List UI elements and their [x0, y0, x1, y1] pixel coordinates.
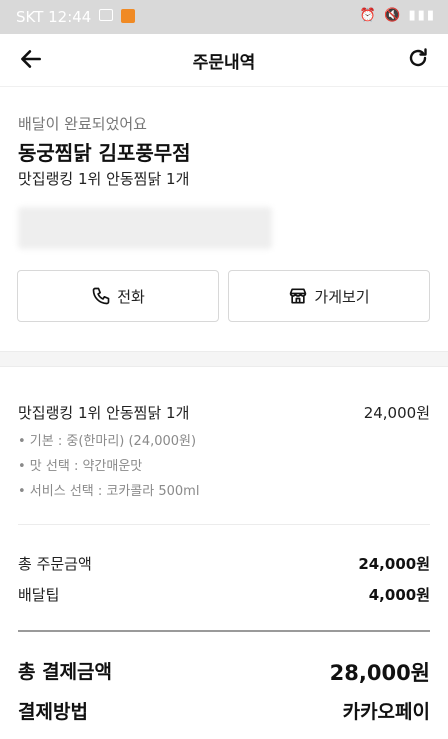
section-divider — [0, 351, 448, 367]
view-store-button[interactable]: 가게보기 — [228, 270, 430, 322]
delivery-tip-value: 4,000원 — [368, 586, 430, 604]
store-name: 동궁찜닭 김포풍무점 — [18, 141, 191, 165]
app-notification-icon — [121, 9, 135, 23]
delivery-tip-label: 배달팁 — [18, 586, 60, 604]
status-time: SKT 12:44 — [16, 8, 92, 26]
option-service: • 서비스 선택 : 코카콜라 500ml — [18, 484, 200, 499]
call-button[interactable]: 전화 — [17, 270, 219, 322]
order-summary: 맛집랭킹 1위 안동찜닭 1개 — [18, 170, 190, 188]
total-divider-line — [18, 630, 430, 632]
option-base: • 기본 : 중(한마리) (24,000원) — [18, 434, 197, 449]
payment-total-label: 총 결제금액 — [18, 661, 113, 683]
menu-item-name: 맛집랭킹 1위 안동찜닭 1개 — [18, 404, 190, 422]
payment-method-value: 카카오페이 — [342, 701, 430, 723]
payment-total-value: 28,000원 — [329, 661, 430, 685]
phone-icon — [92, 287, 110, 305]
page-title: 주문내역 — [192, 53, 256, 73]
option-flavor: • 맛 선택 : 약간매운맛 — [18, 459, 143, 474]
view-store-button-label: 가게보기 — [314, 287, 370, 306]
order-total-label: 총 주문금액 — [18, 555, 92, 573]
order-total-value: 24,000원 — [358, 555, 430, 573]
divider-line — [18, 524, 430, 525]
delivery-status-message: 배달이 완료되었어요 — [18, 115, 147, 133]
call-button-label: 전화 — [117, 287, 145, 306]
system-status-icons: ⏰ 🔇 ▮▮▮ — [359, 8, 436, 23]
store-icon — [290, 288, 307, 304]
menu-item-price: 24,000원 — [363, 404, 430, 422]
blurred-address — [18, 207, 272, 249]
payment-method-label: 결제방법 — [18, 701, 88, 723]
status-bar: SKT 12:44 ⏰ 🔇 ▮▮▮ — [0, 0, 448, 34]
refresh-icon[interactable] — [406, 46, 430, 70]
app-header: 주문내역 — [0, 34, 448, 87]
gallery-notification-icon — [99, 9, 113, 21]
